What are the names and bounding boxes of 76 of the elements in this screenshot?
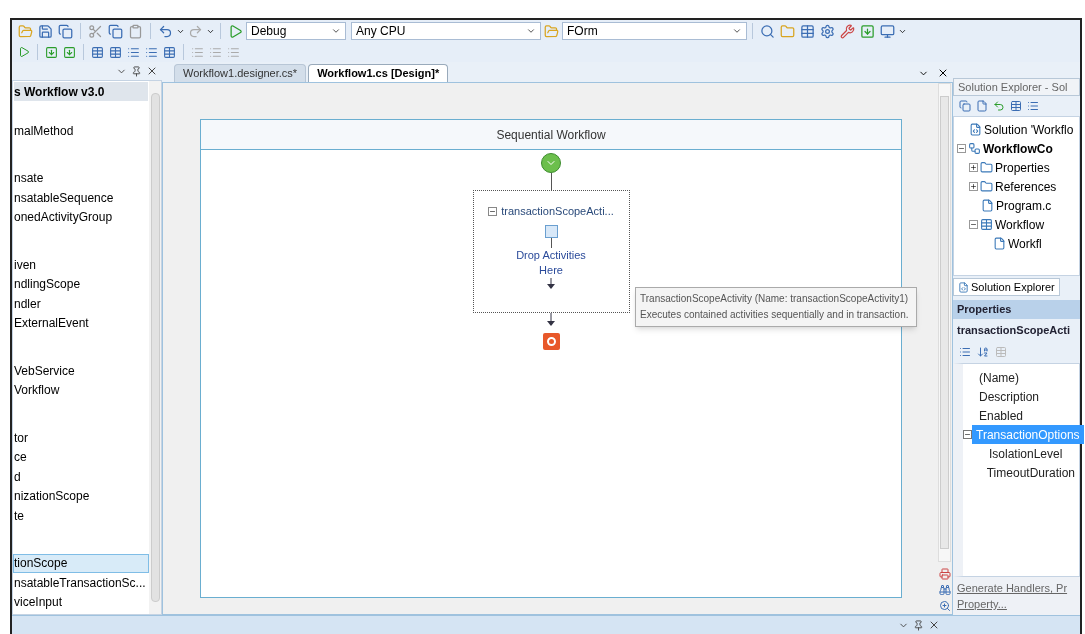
expand-icon[interactable] [969, 163, 978, 172]
workflow-title: Sequential Workflow [201, 120, 901, 150]
collapse-icon[interactable] [963, 430, 972, 439]
toolbox-item[interactable]: tionScope [13, 553, 149, 573]
property-name[interactable]: Enabled [973, 406, 1028, 425]
activity-title: transactionScopeActi... [501, 204, 614, 219]
toolbox-header[interactable]: s Workflow v3.0 [14, 82, 148, 101]
toolbox-item[interactable]: nizationScope [13, 486, 149, 506]
tree-item[interactable]: WorkflowCo [983, 139, 1053, 158]
collapse-icon[interactable] [957, 144, 966, 153]
toolbox-item[interactable]: ce [13, 447, 149, 467]
tree-item[interactable]: References [995, 177, 1057, 196]
pane-title: Properties [953, 300, 1080, 319]
toolbox-item[interactable]: nsate [13, 168, 149, 188]
document-tab[interactable]: Workflow1.cs [Design]* [308, 64, 449, 82]
tooltip-title: TransactionScopeActivity (Name: transactionScopeActivity1) [640, 292, 910, 306]
toolbox-item[interactable]: te [13, 506, 149, 526]
sort-icon[interactable] [975, 344, 991, 360]
arrow-icon [547, 277, 555, 290]
toolbox-item[interactable]: ndlingScope [13, 274, 149, 294]
toolbox-item[interactable]: Vorkflow [13, 380, 149, 400]
solution-explorer-tab[interactable]: Solution Explorer [953, 278, 1060, 296]
close-icon[interactable] [937, 67, 949, 79]
toolbox-item[interactable]: nsatableSequence [13, 188, 149, 208]
folder-icon [980, 180, 993, 193]
tree-item[interactable]: Properties [995, 158, 1050, 177]
folder-icon [980, 161, 993, 174]
scrollbar[interactable] [149, 81, 161, 614]
collapse-icon[interactable] [488, 206, 498, 216]
caret-icon[interactable] [732, 26, 742, 36]
grid-icon[interactable] [1008, 98, 1024, 114]
caret-icon[interactable] [331, 26, 341, 36]
caret-icon[interactable] [526, 26, 536, 36]
command-link[interactable]: Generate Handlers, Pr [957, 580, 1076, 596]
find-dropdown[interactable]: FOrm [562, 22, 747, 40]
property-name[interactable]: IsolationLevel [983, 444, 1067, 463]
tooltip-text: Executes contained activities sequentially and in transaction. [640, 308, 910, 322]
command-link[interactable]: Property... [957, 596, 1076, 612]
configuration-dropdown[interactable]: Debug [246, 22, 346, 40]
tree-item[interactable]: Workfl [1008, 234, 1042, 253]
object-name[interactable]: transactionScopeActi [953, 319, 1080, 341]
pin-icon[interactable] [131, 65, 142, 77]
tree-item[interactable]: Program.c [996, 196, 1052, 215]
toolbox-item[interactable]: iven [13, 255, 149, 275]
toolbox-item[interactable]: ndler [13, 294, 149, 314]
collapse-icon[interactable] [969, 220, 978, 229]
arrow-icon [547, 313, 555, 327]
transaction-scope-activity[interactable]: transactionScopeActi... Drop Activities Here [472, 190, 630, 313]
toolbox-item[interactable]: nsatableTransactionSc... [13, 573, 149, 593]
property-name[interactable]: (Name) [973, 368, 1023, 387]
property-name[interactable]: Description [973, 387, 1044, 406]
toolbox-item[interactable]: VebService [13, 361, 149, 381]
toolbox-item[interactable]: onedActivityGroup [13, 207, 149, 227]
pin-icon[interactable] [913, 619, 924, 631]
toolbox-item[interactable]: malMethod [13, 121, 149, 141]
scrollbar[interactable] [938, 83, 951, 562]
start-icon [541, 153, 561, 173]
document-tab[interactable]: Workflow1.designer.cs* [174, 64, 307, 82]
expand-icon[interactable] [969, 182, 978, 191]
toolbox-item[interactable]: tor [13, 428, 149, 448]
toolbox-item[interactable]: viceInput [13, 592, 149, 612]
activity-icon [544, 224, 558, 238]
close-icon[interactable] [928, 619, 940, 631]
drop-hint: Drop Activities Here [515, 247, 587, 278]
solution-icon [958, 281, 969, 293]
pane-title: Solution Explorer - Sol [953, 78, 1080, 96]
platform-dropdown[interactable]: Any CPU [351, 22, 541, 40]
toolbox-item[interactable]: d [13, 467, 149, 487]
tree-item[interactable]: Solution 'Workflo [984, 120, 1074, 139]
print-icon[interactable] [936, 566, 953, 582]
toolbox-item[interactable]: ExternalEvent [13, 313, 149, 333]
close-icon[interactable] [146, 65, 158, 77]
end-icon [542, 333, 560, 350]
tree-item[interactable]: Workflow [995, 215, 1045, 234]
property-name[interactable]: TimeoutDuration [980, 463, 1079, 482]
binoculars-icon[interactable] [936, 582, 953, 598]
